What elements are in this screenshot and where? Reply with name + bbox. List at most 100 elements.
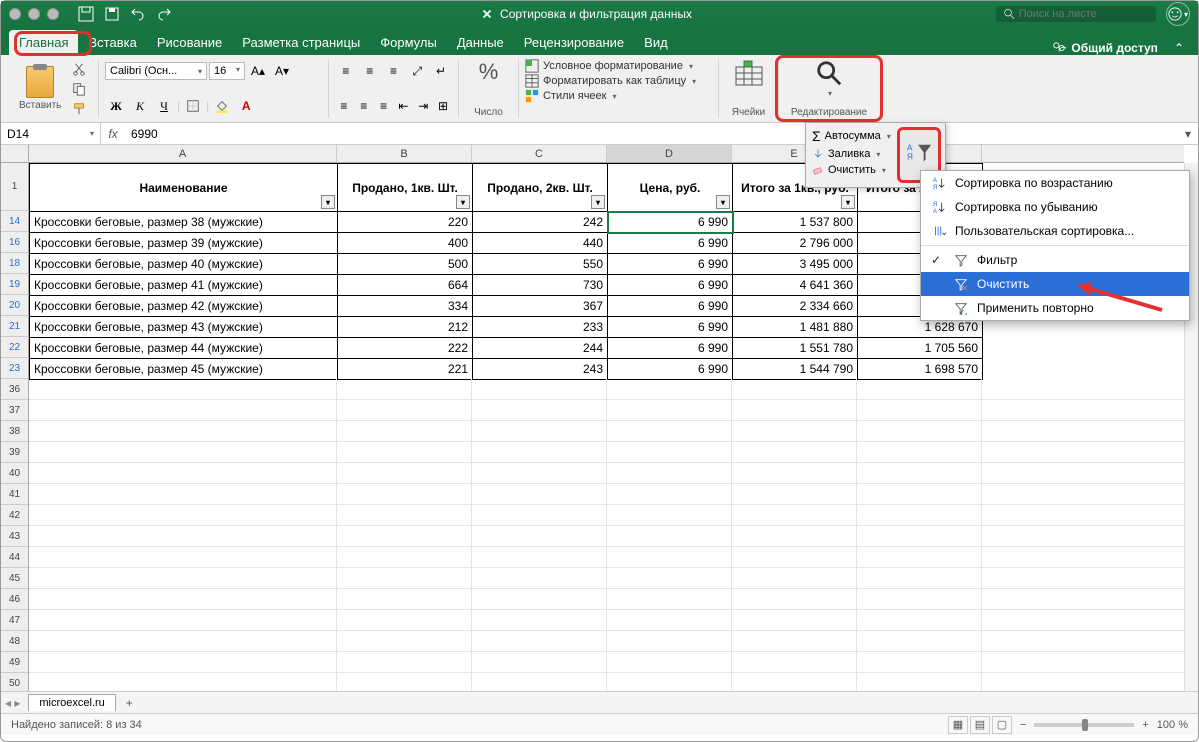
close-window[interactable]	[9, 8, 21, 20]
merge-icon[interactable]: ⊞	[434, 95, 452, 117]
cell[interactable]: 220	[338, 212, 473, 233]
cell[interactable]: 243	[473, 359, 608, 380]
increase-indent-icon[interactable]: ⇥	[414, 95, 432, 117]
fx-icon[interactable]: fx	[101, 127, 125, 141]
table-header[interactable]: Наименование▾	[30, 164, 338, 212]
align-top-icon[interactable]: ≡	[335, 60, 357, 82]
cell[interactable]: 1 544 790	[733, 359, 858, 380]
search-box[interactable]	[996, 6, 1156, 22]
align-middle-icon[interactable]: ≡	[359, 60, 381, 82]
row-header[interactable]: 18	[1, 253, 28, 274]
cell[interactable]: 6 990	[608, 275, 733, 296]
user-menu[interactable]: ▾	[1166, 2, 1190, 26]
sort-asc-item[interactable]: АЯ Сортировка по возрастанию	[921, 171, 1189, 195]
tab-review[interactable]: Рецензирование	[514, 30, 634, 55]
row-header[interactable]: 39	[1, 442, 28, 463]
cell[interactable]: 2 796 000	[733, 233, 858, 254]
row-header[interactable]: 22	[1, 337, 28, 358]
format-painter-icon[interactable]	[69, 100, 89, 118]
row-header[interactable]: 16	[1, 232, 28, 253]
minimize-window[interactable]	[28, 8, 40, 20]
conditional-formatting[interactable]: Условное форматирование▾	[525, 59, 712, 73]
clear-filter-item[interactable]: Очистить	[921, 272, 1189, 296]
row-header[interactable]: 50	[1, 673, 28, 691]
col-header-A[interactable]: A	[29, 145, 337, 162]
cells-button[interactable]	[725, 59, 772, 89]
cell[interactable]: Кроссовки беговые, размер 39 (мужские)	[30, 233, 338, 254]
select-all-corner[interactable]	[1, 145, 29, 163]
row-header[interactable]: 19	[1, 274, 28, 295]
reapply-item[interactable]: Применить повторно	[921, 296, 1189, 320]
format-as-table[interactable]: Форматировать как таблицу▾	[525, 74, 712, 88]
tab-view[interactable]: Вид	[634, 30, 678, 55]
cell[interactable]: 244	[473, 338, 608, 359]
tab-data[interactable]: Данные	[447, 30, 514, 55]
decrease-font-icon[interactable]: A▾	[271, 60, 293, 82]
cell[interactable]: 440	[473, 233, 608, 254]
cell[interactable]: 1 705 560	[858, 338, 983, 359]
row-header[interactable]: 41	[1, 484, 28, 505]
row-header[interactable]: 49	[1, 652, 28, 673]
search-input[interactable]	[1019, 8, 1148, 20]
wrap-text-icon[interactable]: ↵	[430, 60, 452, 82]
filter-dropdown-icon[interactable]: ▾	[321, 195, 335, 209]
fill-button[interactable]: Заливка▾	[810, 147, 893, 161]
cell[interactable]: Кроссовки беговые, размер 42 (мужские)	[30, 296, 338, 317]
tab-page-layout[interactable]: Разметка страницы	[232, 30, 370, 55]
formula-input[interactable]: 6990	[125, 127, 1178, 141]
cell[interactable]: 1 698 570	[858, 359, 983, 380]
cell[interactable]: 1 551 780	[733, 338, 858, 359]
row-header[interactable]: 46	[1, 589, 28, 610]
fill-color-icon[interactable]	[211, 95, 233, 117]
save-icon[interactable]	[100, 3, 124, 25]
cell[interactable]: 500	[338, 254, 473, 275]
view-normal-icon[interactable]: ▦	[948, 716, 968, 734]
empty-rows[interactable]	[29, 379, 1184, 691]
cell[interactable]: 664	[338, 275, 473, 296]
decrease-indent-icon[interactable]: ⇤	[394, 95, 412, 117]
cell[interactable]: 1 537 800	[733, 212, 858, 233]
sheet-tab[interactable]: microexcel.ru	[28, 694, 115, 711]
cell[interactable]: 242	[473, 212, 608, 233]
row-header[interactable]: 36	[1, 379, 28, 400]
row-header[interactable]: 48	[1, 631, 28, 652]
table-header[interactable]: Продано, 2кв. Шт.▾	[473, 164, 608, 212]
col-header-C[interactable]: C	[472, 145, 607, 162]
row-header[interactable]: 37	[1, 400, 28, 421]
maximize-window[interactable]	[47, 8, 59, 20]
cell[interactable]: 6 990	[608, 212, 733, 233]
row-header[interactable]: 20	[1, 295, 28, 316]
filter-item[interactable]: ✓ Фильтр	[921, 248, 1189, 272]
zoom-slider[interactable]	[1034, 723, 1134, 727]
font-size-select[interactable]: 16▾	[209, 62, 245, 80]
share-button[interactable]: Общий доступ	[1042, 41, 1168, 55]
add-sheet-button[interactable]: +	[120, 696, 139, 710]
cell[interactable]: Кроссовки беговые, размер 43 (мужские)	[30, 317, 338, 338]
cell[interactable]: 550	[473, 254, 608, 275]
italic-button[interactable]: К	[129, 95, 151, 117]
row-header[interactable]: 14	[1, 211, 28, 232]
align-center-icon[interactable]: ≡	[355, 95, 373, 117]
cell[interactable]: 334	[338, 296, 473, 317]
cell[interactable]: 1 481 880	[733, 317, 858, 338]
tab-draw[interactable]: Рисование	[147, 30, 232, 55]
autosave-icon[interactable]	[74, 3, 98, 25]
align-left-icon[interactable]: ≡	[335, 95, 353, 117]
cell[interactable]: Кроссовки беговые, размер 41 (мужские)	[30, 275, 338, 296]
row-header[interactable]: 38	[1, 421, 28, 442]
border-icon[interactable]	[182, 95, 204, 117]
tab-insert[interactable]: Вставка	[78, 30, 146, 55]
increase-font-icon[interactable]: A▴	[247, 60, 269, 82]
sheet-nav[interactable]: ◂ ▸	[5, 696, 20, 710]
cell[interactable]: 6 990	[608, 338, 733, 359]
editing-button[interactable]: ▾	[785, 59, 873, 98]
filter-dropdown-icon[interactable]: ▾	[841, 195, 855, 209]
cell[interactable]: 400	[338, 233, 473, 254]
zoom-out[interactable]: −	[1020, 719, 1026, 731]
row-header[interactable]: 40	[1, 463, 28, 484]
cell[interactable]: 4 641 360	[733, 275, 858, 296]
collapse-ribbon-icon[interactable]: ⌃	[1168, 41, 1190, 55]
cell[interactable]: 6 990	[608, 254, 733, 275]
tab-home[interactable]: Главная	[9, 30, 78, 55]
cell[interactable]: 212	[338, 317, 473, 338]
